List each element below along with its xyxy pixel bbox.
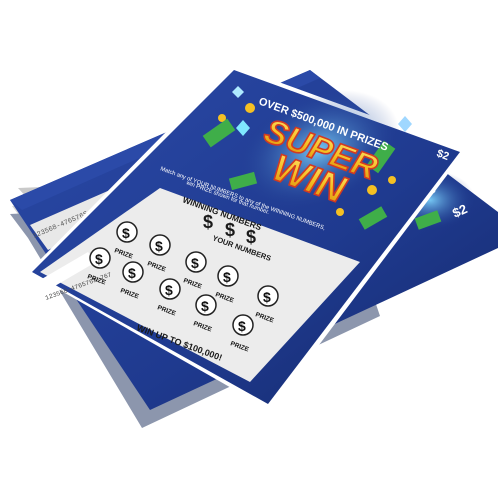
- svg-text:$: $: [238, 318, 246, 334]
- dollar-coin-icon: $: [246, 227, 256, 247]
- coin-icon: [245, 103, 255, 113]
- scratch-tickets-photo: 123568-476576S-767 $2 IZES: [0, 0, 500, 500]
- ticket-stack-illustration: 123568-476576S-767 $2 IZES: [10, 65, 498, 428]
- coin-icon: [388, 176, 396, 184]
- svg-text:$: $: [191, 255, 199, 271]
- svg-text:$: $: [122, 225, 130, 241]
- dollar-coin-icon: $: [225, 220, 235, 240]
- svg-text:$: $: [128, 265, 136, 281]
- svg-text:$: $: [223, 269, 231, 285]
- svg-text:$: $: [155, 238, 163, 254]
- svg-text:$: $: [263, 289, 271, 305]
- svg-text:$: $: [165, 282, 173, 298]
- dollar-coin-icon: $: [203, 212, 213, 232]
- svg-text:$: $: [95, 251, 103, 267]
- svg-text:$: $: [201, 298, 209, 314]
